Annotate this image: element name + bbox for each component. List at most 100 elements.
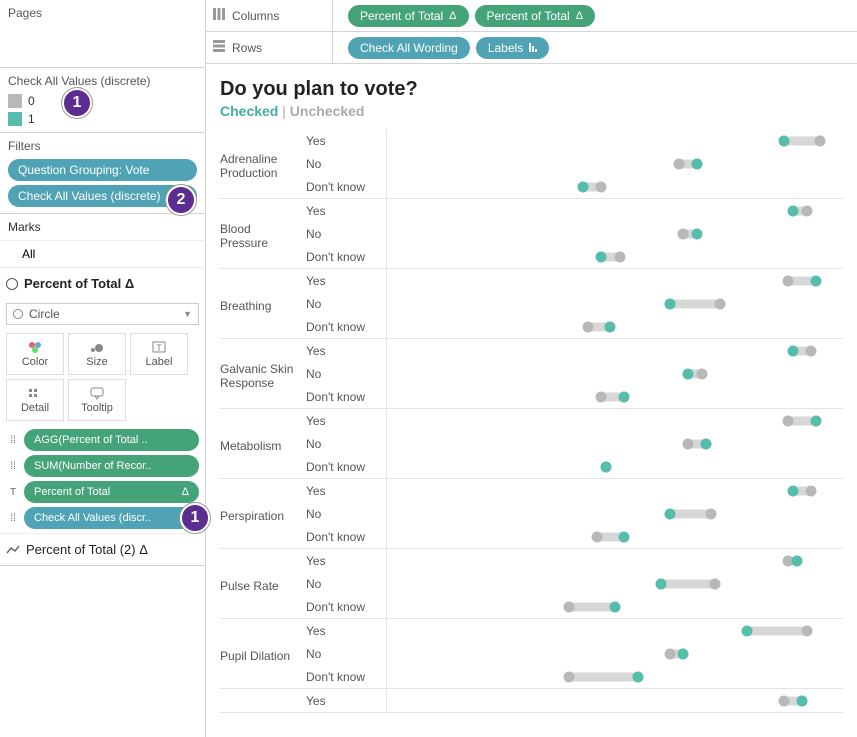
dot-unchecked[interactable] bbox=[778, 695, 789, 706]
dot-unchecked[interactable] bbox=[806, 345, 817, 356]
dot-unchecked[interactable] bbox=[714, 298, 725, 309]
chart-group-label: Pupil Dilation bbox=[220, 619, 306, 688]
dot-unchecked[interactable] bbox=[696, 368, 707, 379]
chart-bar-zone bbox=[386, 549, 843, 572]
mark-type-value: Circle bbox=[29, 307, 60, 321]
chart-row: No bbox=[306, 572, 843, 595]
dot-unchecked[interactable] bbox=[673, 158, 684, 169]
dot-checked[interactable] bbox=[600, 461, 611, 472]
chart-group-label: Pulse Rate bbox=[220, 549, 306, 618]
chart-group-label: Galvanic Skin Response bbox=[220, 339, 306, 408]
dot-unchecked[interactable] bbox=[783, 275, 794, 286]
chart-row-label: Don't know bbox=[306, 250, 386, 264]
marks-pill-percent-total[interactable]: T Percent of TotalΔ bbox=[6, 481, 199, 503]
pages-shelf[interactable]: Pages bbox=[0, 0, 205, 68]
filter-pill-question-grouping[interactable]: Question Grouping: Vote bbox=[8, 159, 197, 181]
chart-bar-zone bbox=[386, 129, 843, 152]
chart-row-label: Don't know bbox=[306, 390, 386, 404]
dot-unchecked[interactable] bbox=[564, 671, 575, 682]
circle-icon bbox=[6, 278, 18, 290]
dot-checked[interactable] bbox=[682, 368, 693, 379]
dot-checked[interactable] bbox=[787, 205, 798, 216]
filters-shelf[interactable]: Filters Question Grouping: Vote Check Al… bbox=[0, 133, 205, 214]
rows-shelf[interactable]: Rows Check All Wording Labels bbox=[206, 32, 857, 64]
marks-layer-percent-of-total-2[interactable]: Percent of Total (2) Δ bbox=[0, 533, 205, 565]
chart-row-label: Yes bbox=[306, 134, 386, 148]
column-pill-percent-2[interactable]: Percent of TotalΔ bbox=[475, 5, 596, 27]
marks-pill-sum-records[interactable]: ⁞⁞ SUM(Number of Recor.. bbox=[6, 455, 199, 477]
dot-unchecked[interactable] bbox=[591, 531, 602, 542]
dot-checked[interactable] bbox=[792, 555, 803, 566]
marks-pill-check-all-values[interactable]: ⁞⁞ Check All Values (discr.. 1 bbox=[6, 507, 199, 529]
dot-checked[interactable] bbox=[678, 648, 689, 659]
dot-checked[interactable] bbox=[787, 345, 798, 356]
marks-layer-percent-of-total[interactable]: Percent of Total Δ bbox=[0, 268, 205, 299]
dot-checked[interactable] bbox=[578, 181, 589, 192]
dot-checked[interactable] bbox=[619, 531, 630, 542]
dot-checked[interactable] bbox=[596, 251, 607, 262]
dot-checked[interactable] bbox=[692, 228, 703, 239]
dot-checked[interactable] bbox=[778, 135, 789, 146]
legend-label-0: 0 bbox=[28, 94, 35, 108]
dot-checked[interactable] bbox=[655, 578, 666, 589]
dot-unchecked[interactable] bbox=[664, 648, 675, 659]
chart-group: Pupil DilationYesNoDon't know bbox=[220, 619, 843, 689]
circle-icon bbox=[13, 309, 23, 319]
color-icon bbox=[27, 340, 43, 354]
legend-item-0[interactable]: 0 bbox=[8, 94, 197, 108]
mark-type-dropdown[interactable]: Circle ▼ bbox=[6, 303, 199, 325]
dot-checked[interactable] bbox=[810, 275, 821, 286]
chart-bar-zone bbox=[386, 315, 843, 338]
dot-unchecked[interactable] bbox=[564, 601, 575, 612]
chart-group: PerspirationYesNoDon't know bbox=[220, 479, 843, 549]
columns-shelf[interactable]: Columns Percent of TotalΔ Percent of Tot… bbox=[206, 0, 857, 32]
dot-checked[interactable] bbox=[701, 438, 712, 449]
marks-tooltip-button[interactable]: Tooltip bbox=[68, 379, 126, 421]
dot-unchecked[interactable] bbox=[596, 181, 607, 192]
dot-checked[interactable] bbox=[632, 671, 643, 682]
marks-detail-button[interactable]: Detail bbox=[6, 379, 64, 421]
chart-row: No bbox=[306, 222, 843, 245]
marks-color-button[interactable]: Color bbox=[6, 333, 64, 375]
marks-size-button[interactable]: Size bbox=[68, 333, 126, 375]
row-pill-labels[interactable]: Labels bbox=[476, 37, 549, 59]
dot-unchecked[interactable] bbox=[582, 321, 593, 332]
columns-label: Columns bbox=[232, 9, 279, 23]
row-pill-check-all-wording[interactable]: Check All Wording bbox=[348, 37, 470, 59]
dot-unchecked[interactable] bbox=[596, 391, 607, 402]
dot-checked[interactable] bbox=[692, 158, 703, 169]
dot-unchecked[interactable] bbox=[614, 251, 625, 262]
dot-unchecked[interactable] bbox=[710, 578, 721, 589]
chart-bar-zone bbox=[386, 245, 843, 268]
dot-unchecked[interactable] bbox=[678, 228, 689, 239]
marks-pill-agg-percent[interactable]: ⁞⁞ AGG(Percent of Total .. bbox=[6, 429, 199, 451]
chart-row: No bbox=[306, 362, 843, 385]
chart-bar-zone bbox=[386, 642, 843, 665]
dot-checked[interactable] bbox=[810, 415, 821, 426]
dot-unchecked[interactable] bbox=[815, 135, 826, 146]
chart-row-label: No bbox=[306, 507, 386, 521]
chart-row-label: Don't know bbox=[306, 320, 386, 334]
dot-checked[interactable] bbox=[664, 508, 675, 519]
chart-group-label: Breathing bbox=[220, 269, 306, 338]
dot-checked[interactable] bbox=[605, 321, 616, 332]
dot-checked[interactable] bbox=[787, 485, 798, 496]
dot-unchecked[interactable] bbox=[806, 485, 817, 496]
column-pill-percent-1[interactable]: Percent of TotalΔ bbox=[348, 5, 469, 27]
dot-unchecked[interactable] bbox=[801, 205, 812, 216]
size-icon bbox=[89, 340, 105, 354]
marks-label-button[interactable]: T Label bbox=[130, 333, 188, 375]
dot-unchecked[interactable] bbox=[783, 415, 794, 426]
dot-checked[interactable] bbox=[619, 391, 630, 402]
dot-checked[interactable] bbox=[610, 601, 621, 612]
dot-unchecked[interactable] bbox=[801, 625, 812, 636]
dot-unchecked[interactable] bbox=[682, 438, 693, 449]
legend-item-1[interactable]: 1 bbox=[8, 112, 197, 126]
chart-bar-zone bbox=[386, 269, 843, 292]
chart-row-label: No bbox=[306, 297, 386, 311]
dot-checked[interactable] bbox=[742, 625, 753, 636]
dot-checked[interactable] bbox=[664, 298, 675, 309]
dot-unchecked[interactable] bbox=[705, 508, 716, 519]
marks-all-row[interactable]: All bbox=[0, 241, 205, 268]
dot-checked[interactable] bbox=[796, 695, 807, 706]
